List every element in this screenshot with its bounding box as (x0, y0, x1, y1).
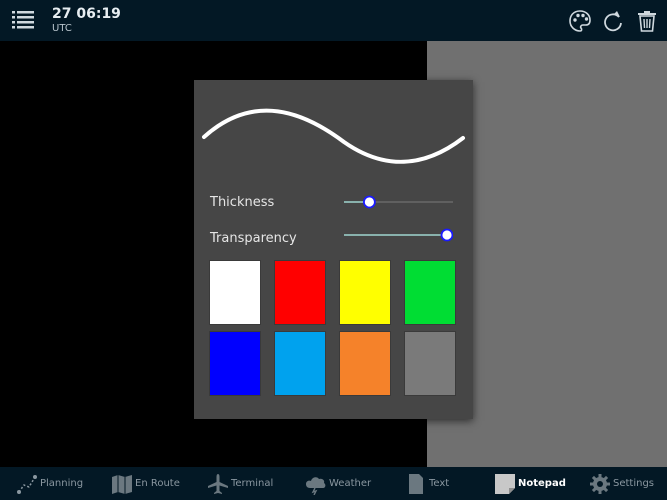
clock-timezone: UTC (52, 23, 72, 34)
color-swatch[interactable] (404, 331, 456, 396)
color-swatch[interactable] (274, 260, 326, 325)
nav-planning[interactable]: Planning (16, 467, 83, 500)
document-icon (409, 473, 423, 494)
color-swatch[interactable] (274, 331, 326, 396)
cloud-icon (306, 476, 326, 495)
transparency-slider[interactable] (344, 227, 453, 243)
nav-label: Settings (613, 478, 655, 489)
nav-label: Text (429, 478, 450, 489)
nav-label: Notepad (518, 478, 566, 489)
transparency-label: Transparency (210, 231, 297, 246)
nav-text[interactable]: Text (405, 467, 449, 500)
nav-label: Weather (329, 478, 372, 489)
nav-en-route[interactable]: En Route (111, 467, 180, 500)
map-icon (112, 474, 132, 494)
notepad-icon (495, 473, 515, 494)
trash-icon[interactable] (634, 8, 660, 34)
color-swatch[interactable] (209, 331, 261, 396)
clock-time: 27 06:19 (52, 6, 121, 22)
stroke-preview (202, 108, 465, 164)
thickness-label: Thickness (210, 195, 275, 210)
nav-terminal[interactable]: Terminal (207, 467, 273, 500)
nav-label: Planning (40, 478, 84, 489)
gear-icon (590, 473, 610, 494)
top-bar: 27 06:19 UTC (0, 0, 667, 41)
redo-icon[interactable] (600, 8, 626, 34)
color-swatch[interactable] (339, 260, 391, 325)
color-swatch[interactable] (209, 260, 261, 325)
bottom-nav: Planning En Route Terminal Weather Text … (0, 467, 667, 500)
menu-icon[interactable] (12, 10, 34, 30)
nav-notepad[interactable]: Notepad (494, 467, 566, 500)
color-swatch[interactable] (404, 260, 456, 325)
palette-icon[interactable] (567, 8, 593, 34)
pen-settings-popup: Thickness Transparency (194, 80, 473, 419)
planning-icon (17, 474, 37, 494)
nav-settings[interactable]: Settings (589, 467, 654, 500)
airplane-icon (208, 473, 228, 494)
nav-weather[interactable]: Weather (305, 467, 371, 500)
color-swatch[interactable] (339, 331, 391, 396)
thickness-slider[interactable] (344, 194, 453, 210)
nav-label: En Route (135, 478, 180, 489)
nav-label: Terminal (231, 478, 274, 489)
